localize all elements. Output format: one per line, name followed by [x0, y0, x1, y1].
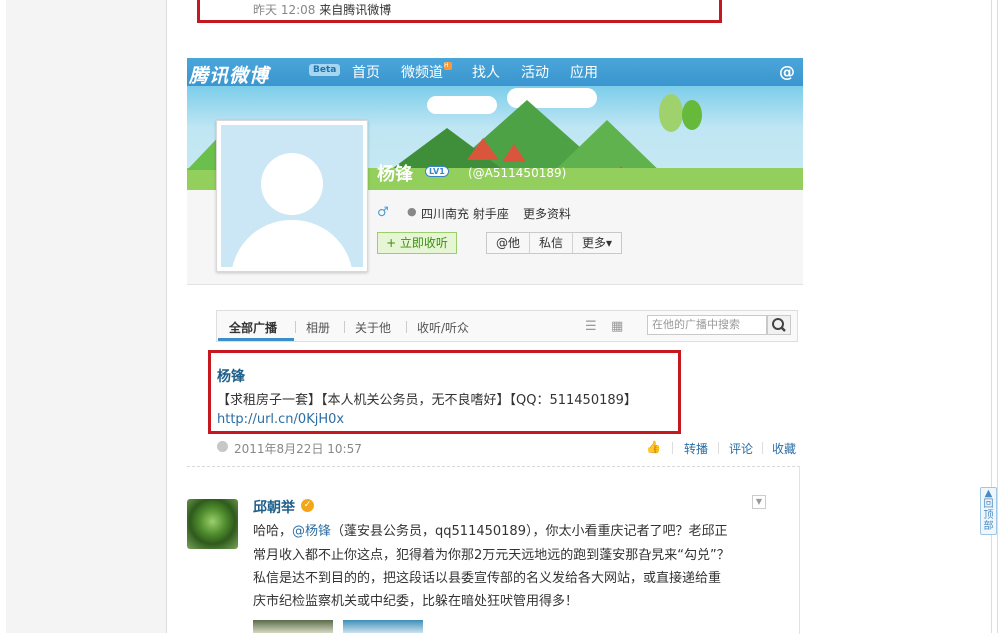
follow-button[interactable]: + 立即收听 [377, 232, 457, 254]
tab-following-followers[interactable]: 收听/听众 [417, 319, 469, 336]
left-column [6, 0, 167, 633]
post-author[interactable]: 杨锋 [217, 366, 245, 386]
avatar-body [231, 220, 353, 267]
comment-text: （蓬安县公务员，qq511450189），你太小看重庆记者了吧？老邱正 [331, 524, 728, 539]
nav-events[interactable]: 活动 [521, 62, 549, 82]
avatar-head [261, 153, 323, 215]
action-divider [672, 442, 673, 454]
comment-menu-chevron-icon[interactable]: ▼ [752, 495, 766, 509]
comment-mention-link[interactable]: @杨锋 [292, 524, 331, 539]
comment-line: 哈哈，@杨锋（蓬安县公务员，qq511450189），你太小看重庆记者了吧？老邱… [253, 520, 727, 539]
comment-line: 庆市纪检监察机关或中纪委，比躲在暗处狂吠管用得多！ [253, 590, 578, 609]
comment-line: 私信是达不到目的的，把这段话以县委宣传部的名义发给各大网站，或直接递给重 [253, 567, 721, 586]
more-dropdown-button[interactable]: 更多▾ [573, 233, 621, 253]
post-text: 【求租房子一套】【本人机关公务员，无不良嗜好】【QQ：511450189】 [217, 393, 637, 408]
default-avatar-icon [221, 125, 363, 267]
level-badge[interactable]: LV1 [425, 166, 449, 177]
nav-channels[interactable]: 微频道 [401, 62, 443, 82]
post-link[interactable]: http://url.cn/0KjH0x [217, 412, 344, 427]
calendar-view-icon[interactable]: ▦ [611, 319, 623, 334]
profile-name: 杨锋 [377, 164, 413, 185]
repost-button[interactable]: 转播 [684, 440, 708, 457]
tent [502, 144, 526, 162]
hot-badge-label: H [444, 62, 449, 69]
list-view-icon[interactable]: ☰ [585, 319, 597, 334]
profile-action-group: @他 私信 更多▾ [486, 232, 623, 254]
tab-about[interactable]: 关于他 [355, 319, 391, 336]
verified-badge-icon: ✓ [301, 499, 314, 512]
back-to-top-label: 回顶部 [983, 499, 994, 532]
post-time[interactable]: 2011年8月22日 10:57 [234, 440, 362, 457]
weibo-logo[interactable]: 腾讯微博 [189, 61, 269, 88]
thumbs-up-icon[interactable]: 👍 [646, 440, 661, 454]
private-message-button[interactable]: 私信 [530, 233, 574, 253]
comment-line: 常月收入都不止你这点，犯得着为你那2万元天远地远的跑到蓬安那旮旯来“勾兑”？ [253, 544, 730, 563]
top-post-meta: 昨天 12:08 来自腾讯微博 [253, 1, 391, 18]
broadcast-search-input[interactable]: 在他的广播中搜索 [647, 315, 767, 335]
action-divider [762, 442, 763, 454]
comment-image-thumbnail[interactable] [253, 620, 333, 633]
comment-text: 私信是达不到目的的，把这段话以县委宣传部的名义发给各大网站，或直接递给重 [253, 571, 722, 586]
top-nav: 腾讯微博 Beta 首页 微频道 H 找人 活动 应用 @ [187, 58, 803, 88]
profile-avatar[interactable] [216, 120, 368, 272]
nav-find-people[interactable]: 找人 [472, 62, 500, 82]
nav-home[interactable]: 首页 [352, 62, 380, 82]
tab-divider [344, 321, 345, 333]
tree [659, 94, 683, 132]
tab-divider [295, 321, 296, 333]
more-info-link[interactable]: 更多资料 [523, 205, 571, 222]
active-tab-indicator [218, 338, 294, 341]
search-button[interactable] [767, 315, 791, 335]
tent [467, 138, 499, 160]
male-icon: ♂ [377, 205, 389, 220]
clock-icon [217, 441, 228, 452]
nav-apps[interactable]: 应用 [570, 62, 598, 82]
comment-image-thumbnail[interactable] [343, 620, 423, 633]
tree [682, 100, 702, 130]
tab-divider [406, 321, 407, 333]
back-to-top-button[interactable]: ▲ 回顶部 [980, 487, 997, 535]
comment-text: 常月收入都不止你这点，犯得着为你那2万元天远地远的跑到蓬安那旮旯来“勾兑”？ [253, 548, 730, 563]
mention-button[interactable]: @他 [487, 233, 531, 253]
search-icon [772, 318, 786, 332]
comment-text: 哈哈， [253, 524, 293, 539]
beta-badge: Beta [309, 64, 341, 76]
comment-text: 庆市纪检监察机关或中纪委，比躲在暗处狂吠管用得多！ [253, 594, 579, 609]
tab-album[interactable]: 相册 [306, 319, 330, 336]
tab-all-broadcasts[interactable]: 全部广播 [229, 319, 277, 336]
favorite-button[interactable]: 收藏 [772, 440, 796, 457]
right-border [991, 0, 992, 633]
right-border-outer [997, 0, 998, 633]
location-pin-icon: ● [407, 205, 417, 218]
top-post-source[interactable]: 来自腾讯微博 [319, 3, 391, 17]
top-post-time: 昨天 12:08 [253, 3, 316, 17]
up-arrow-icon: ▲ [984, 488, 993, 499]
comment-button[interactable]: 评论 [729, 440, 753, 457]
action-divider [718, 442, 719, 454]
commenter-name[interactable]: 邱朝举 [253, 497, 295, 517]
profile-handle: (@A511450189) [468, 166, 567, 180]
profile-location: 四川南充 射手座 [421, 207, 509, 221]
hot-badge: H [444, 62, 452, 70]
commenter-avatar[interactable] [187, 499, 238, 549]
at-mentions-icon[interactable]: @ [779, 62, 795, 81]
